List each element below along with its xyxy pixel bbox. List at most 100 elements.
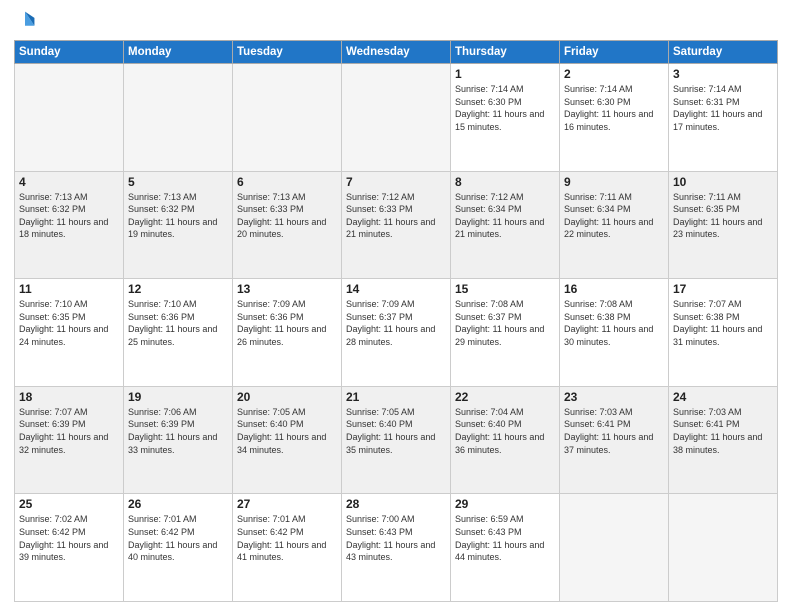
day-detail: Sunrise: 7:02 AMSunset: 6:42 PMDaylight:… <box>19 513 119 563</box>
day-number: 13 <box>237 282 337 296</box>
calendar-cell <box>15 64 124 172</box>
calendar-cell: 26 Sunrise: 7:01 AMSunset: 6:42 PMDayligh… <box>124 494 233 602</box>
calendar-cell: 13 Sunrise: 7:09 AMSunset: 6:36 PMDayligh… <box>233 279 342 387</box>
day-detail: Sunrise: 7:07 AMSunset: 6:39 PMDaylight:… <box>19 406 119 456</box>
day-detail: Sunrise: 7:03 AMSunset: 6:41 PMDaylight:… <box>564 406 664 456</box>
day-detail: Sunrise: 7:08 AMSunset: 6:38 PMDaylight:… <box>564 298 664 348</box>
day-detail: Sunrise: 7:06 AMSunset: 6:39 PMDaylight:… <box>128 406 228 456</box>
calendar-cell: 23 Sunrise: 7:03 AMSunset: 6:41 PMDayligh… <box>560 386 669 494</box>
calendar-cell: 27 Sunrise: 7:01 AMSunset: 6:42 PMDayligh… <box>233 494 342 602</box>
weekday-header-thursday: Thursday <box>451 41 560 64</box>
day-number: 6 <box>237 175 337 189</box>
calendar-cell: 12 Sunrise: 7:10 AMSunset: 6:36 PMDayligh… <box>124 279 233 387</box>
calendar-table: SundayMondayTuesdayWednesdayThursdayFrid… <box>14 40 778 602</box>
day-number: 29 <box>455 497 555 511</box>
calendar-cell: 20 Sunrise: 7:05 AMSunset: 6:40 PMDayligh… <box>233 386 342 494</box>
day-number: 5 <box>128 175 228 189</box>
day-detail: Sunrise: 7:03 AMSunset: 6:41 PMDaylight:… <box>673 406 773 456</box>
day-number: 10 <box>673 175 773 189</box>
day-detail: Sunrise: 6:59 AMSunset: 6:43 PMDaylight:… <box>455 513 555 563</box>
day-detail: Sunrise: 7:14 AMSunset: 6:30 PMDaylight:… <box>455 83 555 133</box>
calendar-cell: 3 Sunrise: 7:14 AMSunset: 6:31 PMDaylight… <box>669 64 778 172</box>
day-number: 27 <box>237 497 337 511</box>
day-number: 4 <box>19 175 119 189</box>
day-detail: Sunrise: 7:11 AMSunset: 6:35 PMDaylight:… <box>673 191 773 241</box>
day-detail: Sunrise: 7:05 AMSunset: 6:40 PMDaylight:… <box>237 406 337 456</box>
day-number: 28 <box>346 497 446 511</box>
calendar-cell: 18 Sunrise: 7:07 AMSunset: 6:39 PMDayligh… <box>15 386 124 494</box>
weekday-header-tuesday: Tuesday <box>233 41 342 64</box>
day-detail: Sunrise: 7:13 AMSunset: 6:32 PMDaylight:… <box>19 191 119 241</box>
day-detail: Sunrise: 7:08 AMSunset: 6:37 PMDaylight:… <box>455 298 555 348</box>
day-number: 17 <box>673 282 773 296</box>
weekday-header-sunday: Sunday <box>15 41 124 64</box>
day-number: 24 <box>673 390 773 404</box>
calendar-cell: 17 Sunrise: 7:07 AMSunset: 6:38 PMDayligh… <box>669 279 778 387</box>
day-number: 1 <box>455 67 555 81</box>
day-detail: Sunrise: 7:12 AMSunset: 6:34 PMDaylight:… <box>455 191 555 241</box>
day-number: 22 <box>455 390 555 404</box>
day-number: 26 <box>128 497 228 511</box>
day-number: 18 <box>19 390 119 404</box>
calendar-cell: 19 Sunrise: 7:06 AMSunset: 6:39 PMDayligh… <box>124 386 233 494</box>
calendar-cell: 2 Sunrise: 7:14 AMSunset: 6:30 PMDaylight… <box>560 64 669 172</box>
calendar-cell: 8 Sunrise: 7:12 AMSunset: 6:34 PMDaylight… <box>451 171 560 279</box>
calendar-cell: 24 Sunrise: 7:03 AMSunset: 6:41 PMDayligh… <box>669 386 778 494</box>
weekday-header-monday: Monday <box>124 41 233 64</box>
day-detail: Sunrise: 7:09 AMSunset: 6:37 PMDaylight:… <box>346 298 446 348</box>
day-detail: Sunrise: 7:07 AMSunset: 6:38 PMDaylight:… <box>673 298 773 348</box>
day-detail: Sunrise: 7:14 AMSunset: 6:30 PMDaylight:… <box>564 83 664 133</box>
calendar-cell: 9 Sunrise: 7:11 AMSunset: 6:34 PMDaylight… <box>560 171 669 279</box>
day-detail: Sunrise: 7:14 AMSunset: 6:31 PMDaylight:… <box>673 83 773 133</box>
calendar-cell <box>233 64 342 172</box>
day-number: 9 <box>564 175 664 189</box>
day-number: 11 <box>19 282 119 296</box>
day-number: 19 <box>128 390 228 404</box>
calendar-cell: 22 Sunrise: 7:04 AMSunset: 6:40 PMDayligh… <box>451 386 560 494</box>
calendar-cell <box>342 64 451 172</box>
calendar-cell: 10 Sunrise: 7:11 AMSunset: 6:35 PMDayligh… <box>669 171 778 279</box>
day-detail: Sunrise: 7:10 AMSunset: 6:35 PMDaylight:… <box>19 298 119 348</box>
day-number: 2 <box>564 67 664 81</box>
calendar-cell: 16 Sunrise: 7:08 AMSunset: 6:38 PMDayligh… <box>560 279 669 387</box>
calendar-cell: 28 Sunrise: 7:00 AMSunset: 6:43 PMDayligh… <box>342 494 451 602</box>
day-number: 25 <box>19 497 119 511</box>
day-number: 12 <box>128 282 228 296</box>
logo-icon <box>14 10 36 32</box>
day-number: 16 <box>564 282 664 296</box>
calendar-cell: 21 Sunrise: 7:05 AMSunset: 6:40 PMDayligh… <box>342 386 451 494</box>
calendar-cell <box>124 64 233 172</box>
calendar-cell <box>669 494 778 602</box>
day-number: 23 <box>564 390 664 404</box>
day-detail: Sunrise: 7:09 AMSunset: 6:36 PMDaylight:… <box>237 298 337 348</box>
calendar-cell: 4 Sunrise: 7:13 AMSunset: 6:32 PMDaylight… <box>15 171 124 279</box>
day-detail: Sunrise: 7:10 AMSunset: 6:36 PMDaylight:… <box>128 298 228 348</box>
day-detail: Sunrise: 7:12 AMSunset: 6:33 PMDaylight:… <box>346 191 446 241</box>
day-detail: Sunrise: 7:01 AMSunset: 6:42 PMDaylight:… <box>128 513 228 563</box>
day-detail: Sunrise: 7:11 AMSunset: 6:34 PMDaylight:… <box>564 191 664 241</box>
day-detail: Sunrise: 7:05 AMSunset: 6:40 PMDaylight:… <box>346 406 446 456</box>
day-detail: Sunrise: 7:01 AMSunset: 6:42 PMDaylight:… <box>237 513 337 563</box>
day-detail: Sunrise: 7:04 AMSunset: 6:40 PMDaylight:… <box>455 406 555 456</box>
calendar-cell: 5 Sunrise: 7:13 AMSunset: 6:32 PMDaylight… <box>124 171 233 279</box>
day-number: 3 <box>673 67 773 81</box>
day-detail: Sunrise: 7:13 AMSunset: 6:32 PMDaylight:… <box>128 191 228 241</box>
calendar-cell <box>560 494 669 602</box>
calendar-cell: 15 Sunrise: 7:08 AMSunset: 6:37 PMDayligh… <box>451 279 560 387</box>
day-detail: Sunrise: 7:00 AMSunset: 6:43 PMDaylight:… <box>346 513 446 563</box>
calendar-cell: 7Sunrise: 7:12 AMSunset: 6:33 PMDaylight… <box>342 171 451 279</box>
calendar-cell: 1 Sunrise: 7:14 AMSunset: 6:30 PMDaylight… <box>451 64 560 172</box>
day-number: 14 <box>346 282 446 296</box>
weekday-header-friday: Friday <box>560 41 669 64</box>
logo <box>14 10 40 32</box>
day-number: 21 <box>346 390 446 404</box>
calendar-cell: 6Sunrise: 7:13 AMSunset: 6:33 PMDaylight… <box>233 171 342 279</box>
calendar-cell: 11 Sunrise: 7:10 AMSunset: 6:35 PMDayligh… <box>15 279 124 387</box>
weekday-header-wednesday: Wednesday <box>342 41 451 64</box>
day-number: 8 <box>455 175 555 189</box>
weekday-header-saturday: Saturday <box>669 41 778 64</box>
calendar-cell: 14 Sunrise: 7:09 AMSunset: 6:37 PMDayligh… <box>342 279 451 387</box>
day-number: 15 <box>455 282 555 296</box>
day-number: 20 <box>237 390 337 404</box>
calendar-cell: 29 Sunrise: 6:59 AMSunset: 6:43 PMDayligh… <box>451 494 560 602</box>
